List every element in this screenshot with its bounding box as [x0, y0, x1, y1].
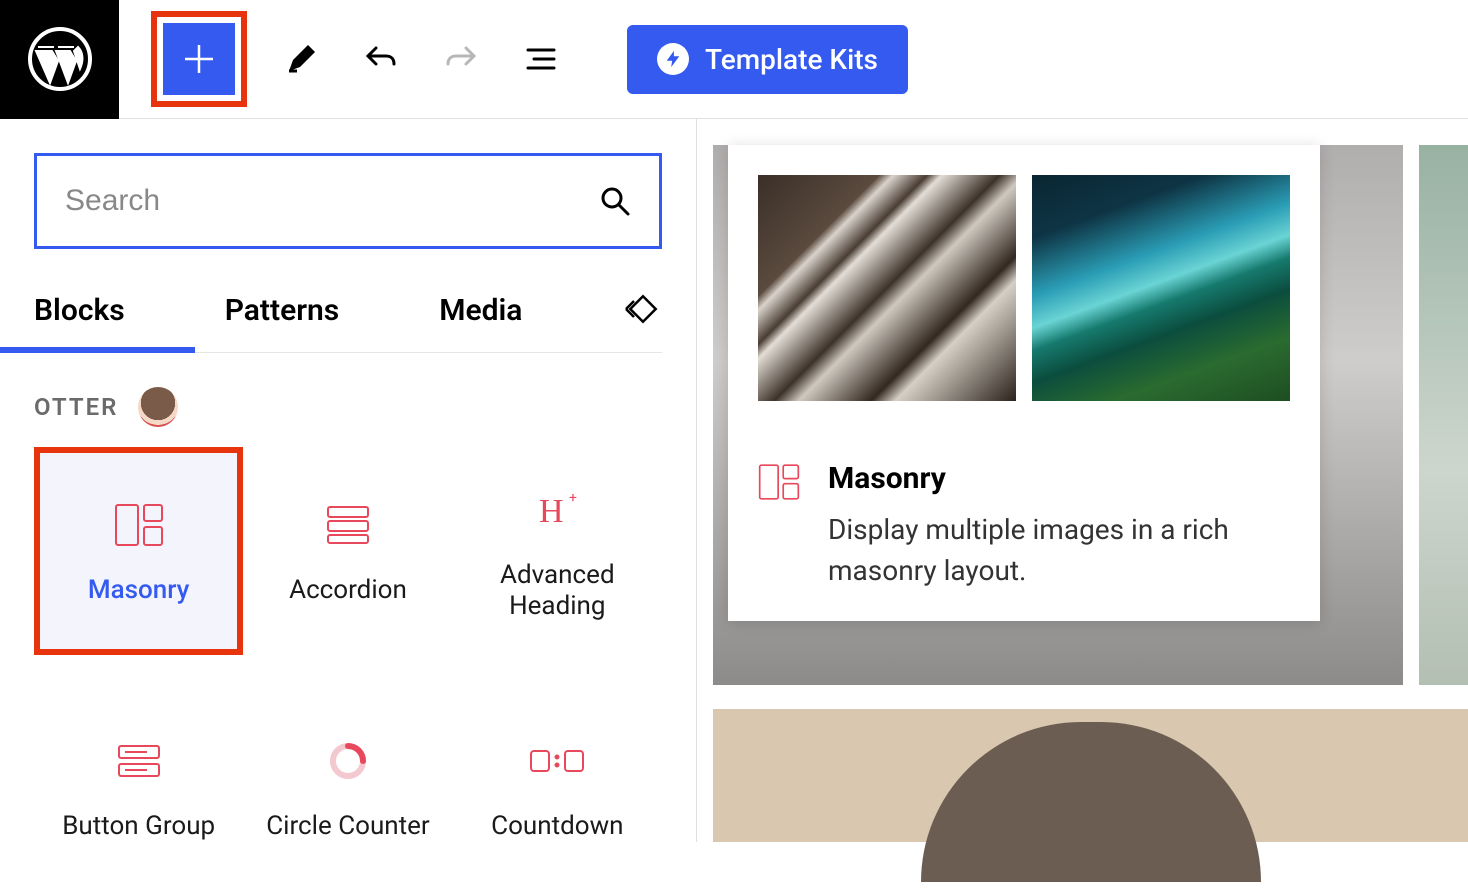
- bolt-icon: [657, 43, 689, 75]
- pencil-icon: [284, 42, 318, 76]
- redo-icon: [444, 42, 478, 76]
- block-inserter-panel: Blocks Patterns Media OTTER Masonry: [0, 119, 697, 842]
- search-icon: [599, 185, 631, 217]
- masonry-icon: [758, 461, 800, 507]
- block-label: Button Group: [62, 811, 215, 842]
- accordion-icon: [326, 495, 370, 555]
- add-block-button[interactable]: [163, 23, 235, 95]
- blocks-grid-row2: Button Group Circle Counter Countdown: [34, 683, 662, 891]
- undo-button[interactable]: [355, 33, 407, 85]
- block-circle-counter[interactable]: Circle Counter: [243, 683, 452, 891]
- explore-button[interactable]: [624, 290, 662, 332]
- tab-blocks[interactable]: Blocks: [34, 269, 125, 352]
- search-box[interactable]: [34, 153, 662, 249]
- outline-icon: [524, 42, 558, 76]
- search-input[interactable]: [65, 184, 599, 218]
- inserter-tabs: Blocks Patterns Media: [34, 269, 662, 353]
- otter-icon: [138, 387, 178, 427]
- block-masonry[interactable]: Masonry: [34, 447, 243, 655]
- block-countdown[interactable]: Countdown: [453, 683, 662, 891]
- preview-images: [758, 175, 1290, 401]
- template-kits-label: Template Kits: [705, 43, 878, 76]
- highlight-add-block: [151, 11, 247, 107]
- plus-icon: [181, 41, 217, 77]
- svg-text:+: +: [569, 490, 577, 506]
- circle-counter-icon: [328, 731, 368, 791]
- masonry-icon: [114, 495, 164, 555]
- preview-image: [1032, 175, 1290, 401]
- tab-media[interactable]: Media: [439, 269, 522, 352]
- block-label: Circle Counter: [266, 811, 430, 842]
- redo-button[interactable]: [435, 33, 487, 85]
- block-label: Advanced Heading: [500, 560, 615, 622]
- tab-patterns[interactable]: Patterns: [225, 269, 339, 352]
- edit-tool-button[interactable]: [275, 33, 327, 85]
- popover-title: Masonry: [828, 461, 1290, 496]
- document-overview-button[interactable]: [515, 33, 567, 85]
- block-label: Masonry: [88, 575, 190, 606]
- block-label: Accordion: [289, 575, 407, 606]
- canvas-image-bottom: [713, 709, 1468, 842]
- blocks-grid: Masonry Accordion H+ Advanced Heading: [34, 447, 662, 655]
- block-accordion[interactable]: Accordion: [243, 447, 452, 655]
- category-header: OTTER: [34, 387, 662, 427]
- template-kits-button[interactable]: Template Kits: [627, 25, 908, 94]
- wordpress-icon: [28, 27, 92, 91]
- undo-icon: [364, 42, 398, 76]
- block-button-group[interactable]: Button Group: [34, 683, 243, 891]
- block-advanced-heading[interactable]: H+ Advanced Heading: [453, 447, 662, 655]
- heading-icon: H+: [533, 480, 581, 540]
- wordpress-logo[interactable]: [0, 0, 119, 119]
- block-label: Countdown: [491, 811, 623, 842]
- svg-text:H: H: [539, 493, 564, 530]
- block-preview-popover: Masonry Display multiple images in a ric…: [728, 145, 1320, 621]
- top-toolbar: Template Kits: [0, 0, 1468, 119]
- editor-canvas[interactable]: Masonry Display multiple images in a ric…: [697, 119, 1468, 842]
- diamond-icon: [624, 290, 662, 328]
- countdown-icon: [529, 731, 585, 791]
- popover-description: Display multiple images in a rich masonr…: [828, 510, 1290, 591]
- button-group-icon: [117, 731, 161, 791]
- category-label: OTTER: [34, 393, 118, 421]
- preview-image: [758, 175, 1016, 401]
